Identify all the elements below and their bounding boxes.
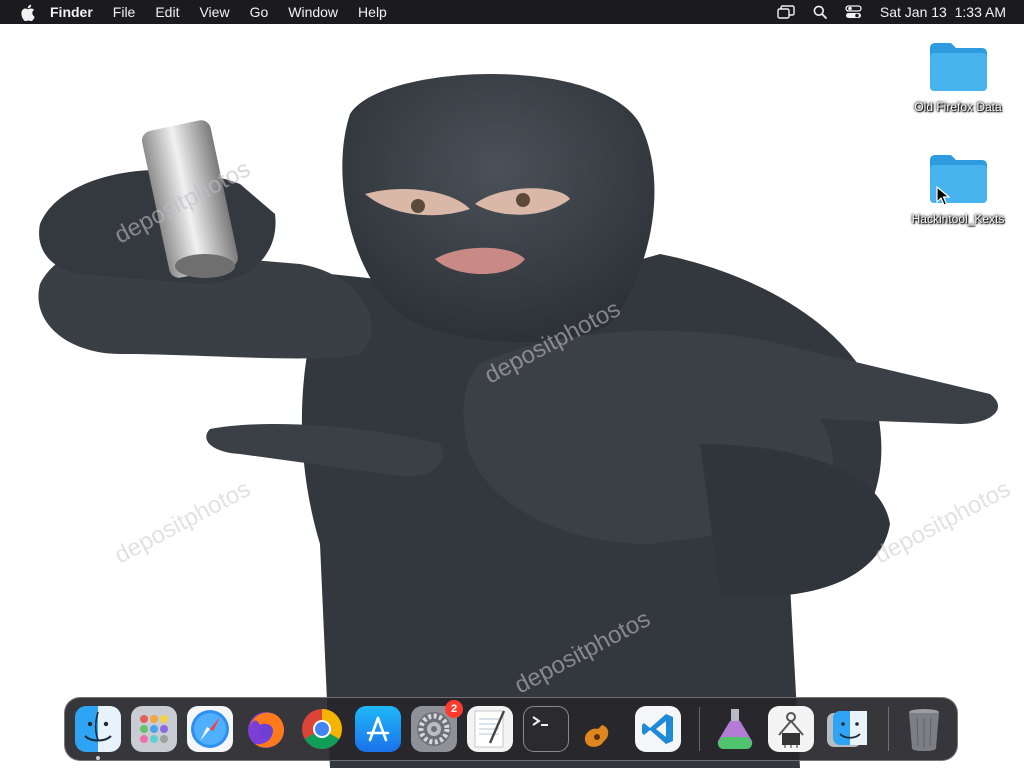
guitar-icon bbox=[584, 710, 616, 747]
chrome-icon bbox=[302, 709, 342, 749]
desktop-folder-label: Old Firefox Data bbox=[914, 100, 1002, 114]
running-indicator bbox=[96, 756, 100, 760]
menu-finder[interactable]: Finder bbox=[50, 4, 93, 20]
desktop-folder-label: Hackintool_Kexts bbox=[911, 212, 1005, 226]
menu-view[interactable]: View bbox=[199, 4, 229, 20]
wallpaper: depositphotos depositphotos depositphoto… bbox=[0, 24, 1024, 768]
app-store-icon bbox=[366, 716, 390, 742]
mouse-cursor-icon bbox=[936, 186, 950, 206]
dock-chrome[interactable] bbox=[299, 706, 345, 752]
finder-icon bbox=[827, 711, 867, 747]
dock-finder-recent[interactable] bbox=[824, 706, 870, 752]
terminal-icon bbox=[532, 716, 548, 726]
dock: 2 bbox=[64, 697, 958, 761]
control-center-icon[interactable] bbox=[845, 5, 862, 19]
dock-safari[interactable] bbox=[187, 706, 233, 752]
screen-mirroring-icon[interactable] bbox=[777, 5, 795, 19]
chip-icon bbox=[778, 712, 804, 748]
desktop-folder-old-firefox-data[interactable]: Old Firefox Data bbox=[898, 40, 1018, 114]
textedit-icon bbox=[474, 710, 506, 748]
menu-window[interactable]: Window bbox=[288, 4, 338, 20]
firefox-icon bbox=[248, 712, 284, 748]
dock-flask-app[interactable] bbox=[712, 706, 758, 752]
dock-finder[interactable] bbox=[75, 706, 121, 760]
dock-system-information[interactable] bbox=[768, 706, 814, 752]
flask-icon bbox=[717, 709, 753, 749]
notification-badge: 2 bbox=[445, 700, 463, 718]
folder-icon bbox=[930, 43, 987, 91]
dock-separator bbox=[699, 707, 700, 751]
dock-app-store[interactable] bbox=[355, 706, 401, 752]
dock-garageband[interactable] bbox=[579, 706, 625, 752]
finder-icon bbox=[84, 711, 112, 742]
desktop-folder-hackintool-kexts[interactable]: Hackintool_Kexts bbox=[898, 152, 1018, 226]
dock-system-preferences[interactable]: 2 bbox=[411, 700, 463, 752]
vscode-icon bbox=[642, 714, 673, 744]
dock-trash[interactable] bbox=[901, 706, 947, 752]
menubar-clock[interactable]: Sat Jan 13 1:33 AM bbox=[880, 4, 1006, 20]
menu-file[interactable]: File bbox=[113, 4, 136, 20]
dock-terminal[interactable] bbox=[523, 706, 569, 752]
dock-vscode[interactable] bbox=[635, 706, 681, 752]
dock-textedit[interactable] bbox=[467, 706, 513, 752]
dock-separator bbox=[888, 707, 889, 751]
dock-firefox[interactable] bbox=[243, 706, 289, 752]
menu-edit[interactable]: Edit bbox=[155, 4, 179, 20]
desktop: depositphotos depositphotos depositphoto… bbox=[0, 0, 1024, 768]
menu-bar: Finder File Edit View Go Window Help Sat… bbox=[0, 0, 1024, 24]
search-icon[interactable] bbox=[813, 5, 827, 19]
safari-icon bbox=[191, 710, 229, 748]
dock-launchpad[interactable] bbox=[131, 706, 177, 752]
apple-icon[interactable] bbox=[18, 3, 36, 21]
menu-help[interactable]: Help bbox=[358, 4, 387, 20]
trash-icon bbox=[909, 709, 939, 751]
menu-go[interactable]: Go bbox=[250, 4, 269, 20]
launchpad-icon bbox=[140, 715, 168, 743]
